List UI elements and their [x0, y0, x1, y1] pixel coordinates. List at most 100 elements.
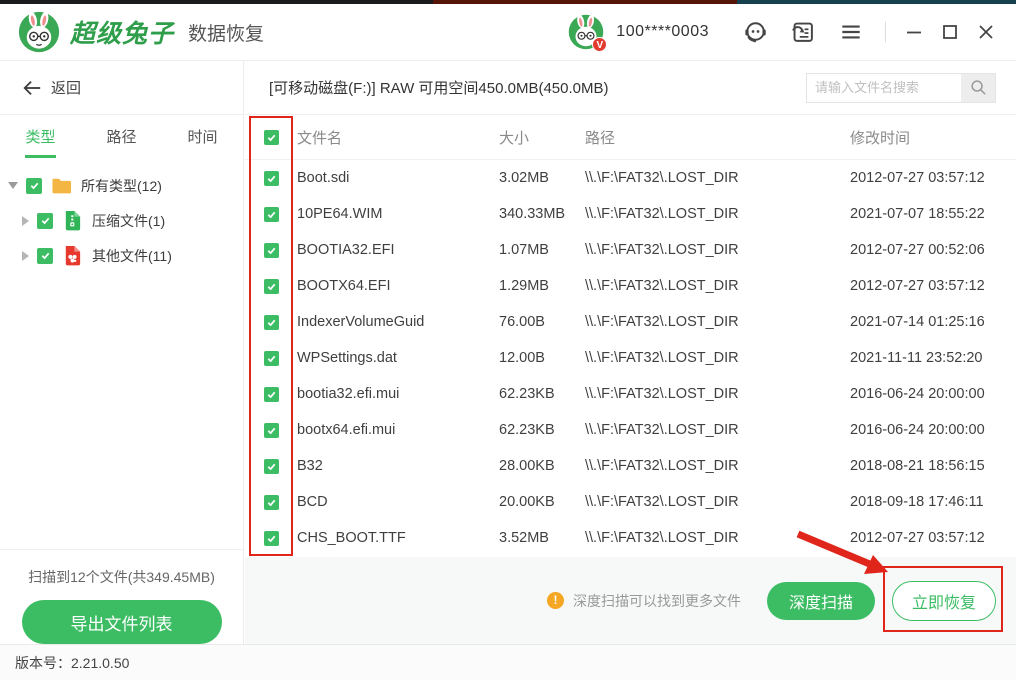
tree-item-all-types[interactable]: 所有类型(12) — [0, 168, 243, 203]
table-row[interactable]: BOOTIA32.EFI 1.07MB \\.\F:\FAT32\.LOST_D… — [245, 232, 1016, 268]
titlebar-controls: V 100****0003 — [568, 14, 1004, 52]
minimize-button[interactable] — [899, 18, 929, 46]
search-button[interactable] — [961, 73, 995, 102]
tree-checkbox-archive[interactable] — [37, 212, 53, 229]
sidebar: 返回 类型 路径 时间 所有类型(12) 压缩文件(1) 其他文件(11) 扫描… — [0, 61, 244, 644]
account-id: 100****0003 — [616, 23, 709, 40]
file-name: 10PE64.WIM — [297, 206, 383, 222]
table-row[interactable]: BCD 20.00KB \\.\F:\FAT32\.LOST_DIR 2018-… — [245, 484, 1016, 520]
file-mtime: 2018-08-21 18:56:15 — [850, 458, 985, 474]
tab-path[interactable]: 路径 — [81, 115, 162, 160]
tree-checkbox-other[interactable] — [37, 247, 53, 264]
file-name: CHS_BOOT.TTF — [297, 530, 406, 546]
chevron-down-icon[interactable] — [8, 182, 18, 189]
column-header-size[interactable]: 大小 — [499, 127, 585, 148]
warning-icon: ! — [547, 592, 564, 609]
scan-summary: 扫描到12个文件(共349.45MB) — [28, 569, 215, 585]
file-path: \\.\F:\FAT32\.LOST_DIR — [585, 530, 739, 546]
sidebar-tabs: 类型 路径 时间 — [0, 115, 243, 160]
file-name: bootia32.efi.mui — [297, 386, 400, 402]
file-name: BOOTIA32.EFI — [297, 242, 395, 258]
search-icon — [970, 80, 986, 95]
file-size: 20.00KB — [499, 494, 555, 510]
feedback-button[interactable] — [789, 18, 817, 46]
table-row[interactable]: CHS_BOOT.TTF 3.52MB \\.\F:\FAT32\.LOST_D… — [245, 520, 1016, 556]
select-all-checkbox[interactable] — [263, 129, 279, 145]
version-bar: 版本号：2.21.0.50 — [0, 644, 1016, 680]
back-label: 返回 — [51, 80, 82, 97]
user-avatar[interactable]: V — [568, 14, 608, 52]
file-table-body: Boot.sdi 3.02MB \\.\F:\FAT32\.LOST_DIR 2… — [245, 160, 1016, 556]
tree-item-archive-files[interactable]: 压缩文件(1) — [0, 203, 243, 238]
deep-scan-button[interactable]: 深度扫描 — [767, 581, 875, 620]
row-checkbox[interactable] — [263, 314, 279, 330]
tree-checkbox-all-types[interactable] — [26, 177, 42, 194]
table-row[interactable]: IndexerVolumeGuid 76.00B \\.\F:\FAT32\.L… — [245, 304, 1016, 340]
table-row[interactable]: Boot.sdi 3.02MB \\.\F:\FAT32\.LOST_DIR 2… — [245, 160, 1016, 196]
row-checkbox[interactable] — [263, 350, 279, 366]
tab-type[interactable]: 类型 — [0, 115, 81, 160]
deep-scan-hint: 深度扫描可以找到更多文件 — [573, 592, 741, 609]
feedback-icon — [792, 22, 813, 42]
back-button[interactable]: 返回 — [0, 61, 243, 115]
file-path: \\.\F:\FAT32\.LOST_DIR — [585, 314, 739, 330]
version-text: 版本号：2.21.0.50 — [15, 654, 130, 671]
row-checkbox[interactable] — [263, 278, 279, 294]
file-size: 28.00KB — [499, 458, 555, 474]
maximize-icon — [943, 25, 957, 39]
file-path: \\.\F:\FAT32\.LOST_DIR — [585, 278, 739, 294]
file-type-tree: 所有类型(12) 压缩文件(1) 其他文件(11) — [0, 160, 243, 273]
file-path: \\.\F:\FAT32\.LOST_DIR — [585, 458, 739, 474]
main-menu-button[interactable] — [837, 18, 865, 46]
folder-icon — [52, 178, 72, 194]
sidebar-footer: 扫描到12个文件(共349.45MB) 导出文件列表 — [0, 549, 243, 644]
recover-now-button[interactable]: 立即恢复 — [892, 580, 996, 621]
close-button[interactable] — [971, 18, 1001, 46]
chevron-right-icon[interactable] — [22, 250, 29, 261]
table-row[interactable]: bootia32.efi.mui 62.23KB \\.\F:\FAT32\.L… — [245, 376, 1016, 412]
search-input[interactable] — [807, 73, 961, 102]
customer-service-button[interactable] — [741, 18, 769, 46]
column-header-path[interactable]: 路径 — [585, 127, 850, 148]
table-row[interactable]: BOOTX64.EFI 1.29MB \\.\F:\FAT32\.LOST_DI… — [245, 268, 1016, 304]
drive-info-bar: [可移动磁盘(F:)] RAW 可用空间450.0MB(450.0MB) — [245, 61, 1016, 115]
chevron-right-icon[interactable] — [22, 215, 29, 226]
row-checkbox[interactable] — [263, 206, 279, 222]
file-mtime: 2016-06-24 20:00:00 — [850, 422, 985, 438]
file-size: 3.52MB — [499, 530, 549, 546]
column-header-mtime[interactable]: 修改时间 — [850, 127, 1016, 148]
drive-info-text: [可移动磁盘(F:)] RAW 可用空间450.0MB(450.0MB) — [269, 80, 609, 97]
close-icon — [979, 25, 993, 39]
app-product-title: 数据恢复 — [188, 23, 265, 45]
file-mtime: 2021-07-07 18:55:22 — [850, 206, 985, 222]
maximize-button[interactable] — [935, 18, 965, 46]
file-size: 76.00B — [499, 314, 545, 330]
row-checkbox[interactable] — [263, 530, 279, 546]
file-path: \\.\F:\FAT32\.LOST_DIR — [585, 242, 739, 258]
file-mtime: 2012-07-27 00:52:06 — [850, 242, 985, 258]
window-titlebar: 超级兔子 数据恢复 V 100****0003 — [0, 4, 1016, 61]
table-row[interactable]: WPSettings.dat 12.00B \\.\F:\FAT32\.LOST… — [245, 340, 1016, 376]
app-brand-title: 超级兔子 — [70, 20, 175, 48]
file-size: 12.00B — [499, 350, 545, 366]
table-row[interactable]: 10PE64.WIM 340.33MB \\.\F:\FAT32\.LOST_D… — [245, 196, 1016, 232]
row-checkbox[interactable] — [263, 170, 279, 186]
row-checkbox[interactable] — [263, 458, 279, 474]
row-checkbox[interactable] — [263, 242, 279, 258]
table-row[interactable]: B32 28.00KB \\.\F:\FAT32\.LOST_DIR 2018-… — [245, 448, 1016, 484]
file-name: IndexerVolumeGuid — [297, 314, 425, 330]
table-row[interactable]: bootx64.efi.mui 62.23KB \\.\F:\FAT32\.LO… — [245, 412, 1016, 448]
export-file-list-button[interactable]: 导出文件列表 — [21, 600, 222, 644]
main-panel: [可移动磁盘(F:)] RAW 可用空间450.0MB(450.0MB) 文件名… — [245, 61, 1016, 644]
row-checkbox[interactable] — [263, 386, 279, 402]
row-checkbox[interactable] — [263, 422, 279, 438]
tab-time[interactable]: 时间 — [162, 115, 243, 160]
column-header-name[interactable]: 文件名 — [297, 127, 499, 148]
hamburger-menu-icon — [842, 25, 860, 39]
tree-item-other-files[interactable]: 其他文件(11) — [0, 238, 243, 273]
file-mtime: 2021-11-11 23:52:20 — [850, 350, 983, 366]
row-checkbox[interactable] — [263, 494, 279, 510]
file-mtime: 2021-07-14 01:25:16 — [850, 314, 985, 330]
other-file-icon — [65, 245, 81, 266]
rabbit-logo-icon — [18, 11, 60, 53]
